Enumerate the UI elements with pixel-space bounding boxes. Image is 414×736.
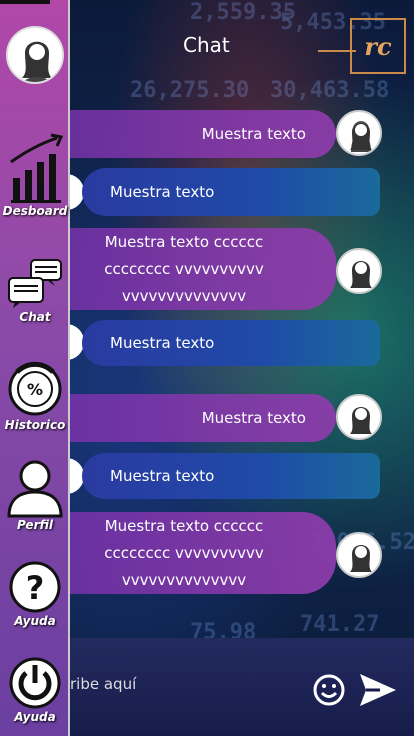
bar-chart-icon	[10, 133, 64, 203]
message-line: Muestra texto cccccc	[104, 232, 264, 251]
user-avatar	[336, 110, 382, 156]
power-icon	[9, 657, 61, 709]
sidebar-item-perfil[interactable]: Perfil	[0, 458, 70, 532]
sidebar-item-historico[interactable]: % Historico	[0, 360, 70, 432]
user-icon	[7, 460, 63, 518]
sidebar-item-ayuda[interactable]: ? Ayuda	[0, 560, 70, 628]
user-avatar	[336, 532, 382, 578]
sidebar-top-bar	[0, 0, 50, 4]
message-sent[interactable]: Muestra texto	[68, 394, 336, 442]
message-text: Muestra texto cccccc cccccccc vvvvvvvvvv…	[68, 513, 336, 594]
sidebar: Desboard Chat % Historico Perfil ? Ayuda…	[0, 0, 70, 736]
brand-logo[interactable]: rc	[350, 18, 406, 74]
message-text: Muestra texto	[201, 124, 306, 143]
sidebar-item-label: Historico	[4, 418, 66, 432]
question-icon: ?	[9, 561, 61, 613]
profile-avatar[interactable]	[6, 26, 64, 84]
message-line: vvvvvvvvvvvvvv	[121, 286, 247, 305]
message-received[interactable]: Muestra texto	[82, 320, 380, 366]
message-received[interactable]: Muestra texto	[82, 453, 380, 499]
send-icon[interactable]	[356, 668, 400, 712]
message-received[interactable]: Muestra texto	[82, 168, 380, 216]
message-text: Muestra texto	[110, 182, 215, 201]
sidebar-item-label: Perfil	[16, 518, 54, 532]
svg-text:%: %	[27, 380, 43, 399]
sidebar-item-label: Ayuda	[14, 614, 56, 628]
sidebar-item-chat[interactable]: Chat	[0, 258, 70, 324]
message-line: cccccccc vvvvvvvvvv	[104, 543, 264, 562]
message-sent[interactable]: Muestra texto cccccc cccccccc vvvvvvvvvv…	[68, 512, 336, 594]
sidebar-item-label: Desboard	[2, 204, 68, 218]
percent-icon: %	[8, 361, 62, 416]
sidebar-item-logout[interactable]: Ayuda	[0, 656, 70, 724]
message-line: vvvvvvvvvvvvvv	[121, 570, 247, 589]
sidebar-item-label: Ayuda	[14, 710, 56, 724]
message-line: Muestra texto cccccc	[104, 516, 264, 535]
message-line: cccccccc vvvvvvvvvv	[104, 259, 264, 278]
logo-text: rc	[364, 31, 392, 61]
sidebar-item-label: Chat	[19, 310, 51, 324]
chat-header: Chat rc	[70, 0, 414, 92]
user-avatar	[336, 394, 382, 440]
user-avatar	[336, 248, 382, 294]
message-input[interactable]	[70, 668, 300, 700]
message-text: Muestra texto	[201, 408, 306, 427]
message-text: Muestra texto cccccc cccccccc vvvvvvvvvv…	[68, 229, 336, 310]
page-title: Chat	[183, 33, 230, 57]
message-composer	[70, 638, 414, 736]
message-text: Muestra texto	[110, 466, 215, 485]
svg-text:?: ?	[26, 569, 45, 607]
sidebar-item-dashboard[interactable]: Desboard	[0, 132, 70, 218]
message-sent[interactable]: Muestra texto cccccc cccccccc vvvvvvvvvv…	[68, 228, 336, 310]
message-sent[interactable]: Muestra texto	[68, 110, 336, 158]
emoji-icon[interactable]	[312, 673, 346, 707]
message-text: Muestra texto	[110, 333, 215, 352]
chat-bubbles-icon	[8, 259, 62, 308]
